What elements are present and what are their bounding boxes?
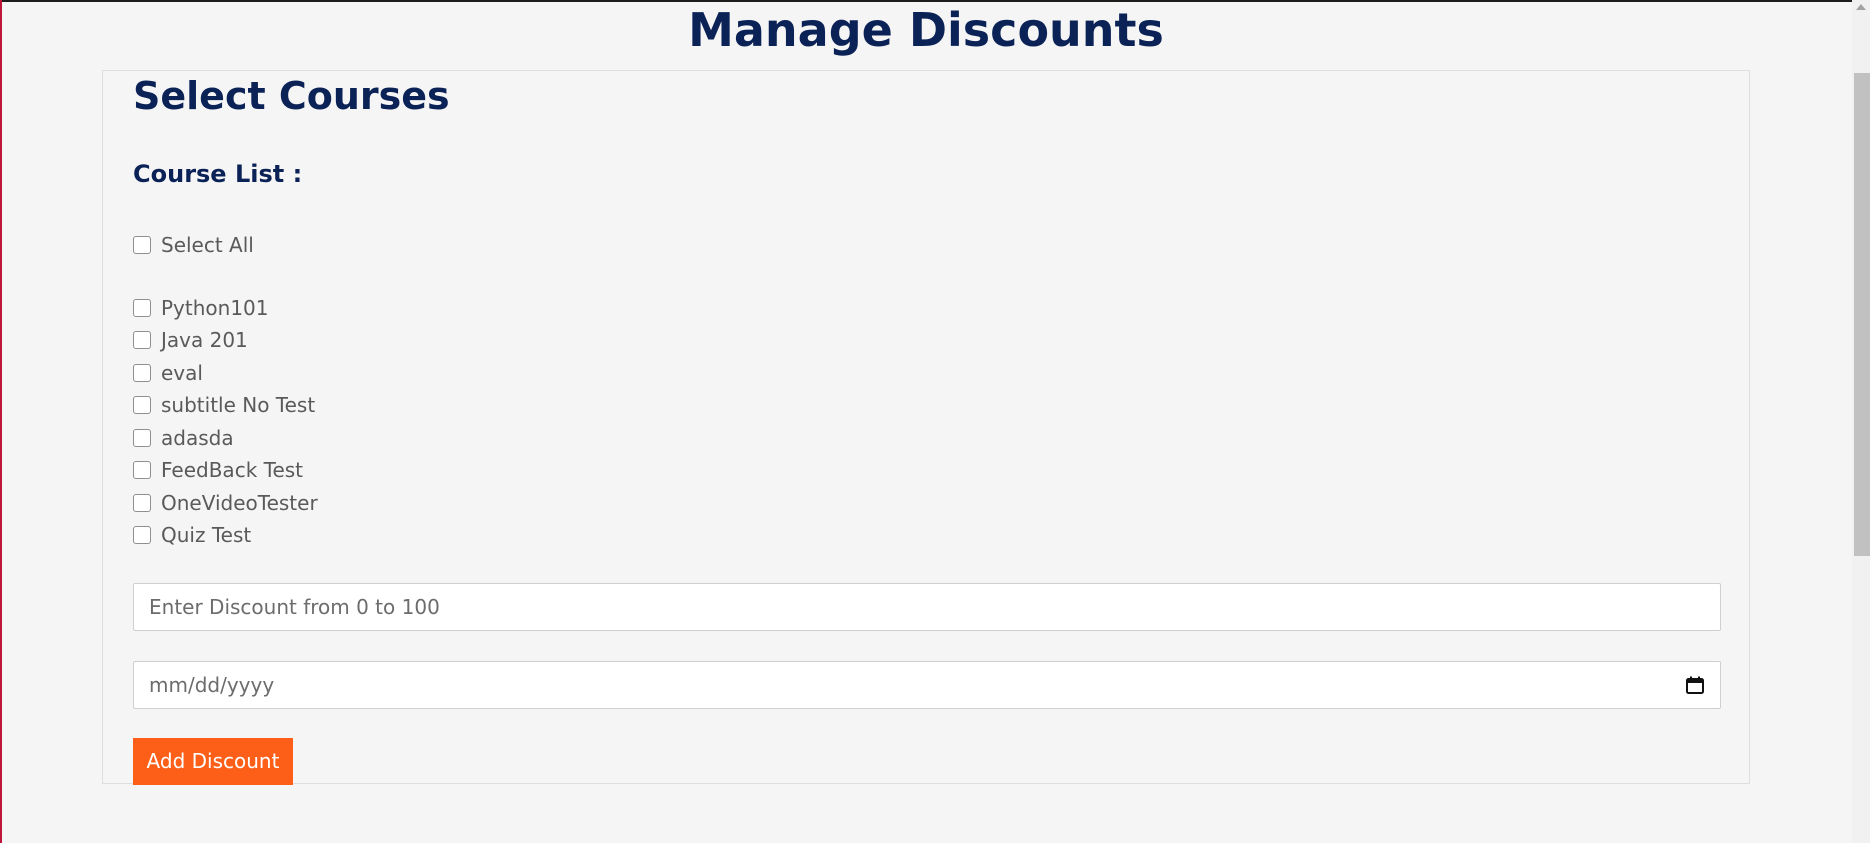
course-checkbox-row[interactable]: subtitle No Test: [133, 393, 315, 417]
course-checkbox-row[interactable]: adasda: [133, 426, 234, 450]
course-checkbox-row[interactable]: Java 201: [133, 328, 248, 352]
course-label: FeedBack Test: [161, 458, 304, 482]
course-list-heading: Course List :: [133, 160, 303, 188]
course-checkbox[interactable]: [133, 494, 151, 512]
course-label: Python101: [161, 296, 269, 320]
page-scrollbar[interactable]: [1852, 0, 1870, 843]
course-label: Java 201: [161, 328, 248, 352]
page-title: Manage Discounts: [688, 3, 1164, 57]
scrollbar-thumb[interactable]: [1854, 73, 1870, 556]
course-checkbox[interactable]: [133, 364, 151, 382]
select-all-label: Select All: [161, 233, 254, 257]
course-checkbox[interactable]: [133, 429, 151, 447]
select-all-checkbox[interactable]: [133, 236, 151, 254]
course-checkbox-row[interactable]: OneVideoTester: [133, 491, 318, 515]
card-title: Select Courses: [133, 74, 450, 118]
date-input-placeholder: mm/dd/yyyy: [149, 673, 275, 697]
course-checkbox[interactable]: [133, 461, 151, 479]
discount-input-placeholder: Enter Discount from 0 to 100: [149, 595, 440, 619]
scroll-up-arrow-icon[interactable]: [1856, 4, 1866, 10]
course-label: OneVideoTester: [161, 491, 318, 515]
course-label: subtitle No Test: [161, 393, 316, 417]
course-label: adasda: [161, 426, 234, 450]
course-checkbox[interactable]: [133, 299, 151, 317]
course-checkbox-row[interactable]: Quiz Test: [133, 523, 251, 547]
window-left-border: [0, 0, 2, 843]
add-discount-button[interactable]: Add Discount: [133, 738, 293, 785]
course-label: eval: [161, 361, 203, 385]
course-checkbox-row[interactable]: FeedBack Test: [133, 458, 303, 482]
calendar-icon[interactable]: [1685, 675, 1705, 695]
select-all-checkbox-row[interactable]: Select All: [133, 233, 254, 257]
course-checkbox[interactable]: [133, 331, 151, 349]
course-checkbox[interactable]: [133, 526, 151, 544]
course-label: Quiz Test: [161, 523, 252, 547]
course-checkbox-row[interactable]: eval: [133, 361, 203, 385]
discount-input[interactable]: Enter Discount from 0 to 100: [133, 583, 1721, 631]
course-checkbox-row[interactable]: Python101: [133, 296, 269, 320]
date-input[interactable]: mm/dd/yyyy: [133, 661, 1721, 709]
course-checkbox[interactable]: [133, 396, 151, 414]
select-courses-card: Select Courses Course List : Select All …: [102, 70, 1750, 785]
